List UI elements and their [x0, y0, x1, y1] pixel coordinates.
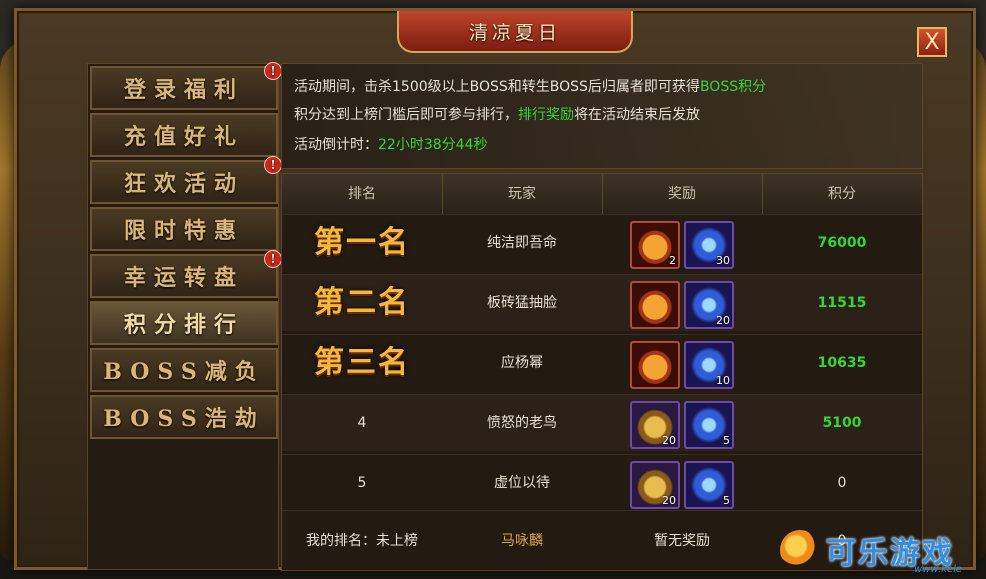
sidebar-item-carnival[interactable]: 狂欢活动 !	[90, 156, 282, 204]
potion-icon[interactable]	[630, 281, 680, 329]
sidebar-item-label: 登录福利	[123, 77, 244, 103]
table-row: 第三名 应杨幂 10 10635	[282, 334, 922, 391]
header-player: 玩家	[442, 174, 603, 214]
sidebar-item-label: 幸运转盘	[123, 265, 244, 291]
header-rank: 排名	[282, 174, 443, 214]
kele-logo-icon	[780, 530, 820, 570]
alert-icon: !	[264, 62, 282, 80]
sidebar-menu: 登录福利 ! 充值好礼 狂欢活动 ! 限时特惠 幸运转盘 ! 积分排行 BOSS…	[87, 62, 282, 570]
table-row: 4 愤怒的老鸟 20 5 5100	[282, 394, 922, 451]
sidebar-item-label: 狂欢活动	[123, 171, 244, 197]
ranking-table: 排名 玩家 奖励 积分 第一名 纯洁即吾命 2 30 76000 第二名 板砖猛…	[281, 173, 923, 571]
player-cell: 虚位以待	[494, 475, 550, 491]
sidebar-item-boss-reduce[interactable]: BOSS减负	[90, 348, 278, 392]
reward-count: 10	[716, 374, 730, 387]
window-title: 清凉夏日	[397, 11, 633, 53]
rank-reward-highlight: 排行奖励	[518, 107, 574, 123]
reward-count: 5	[723, 434, 730, 447]
info-text: 将在活动结束后发放	[574, 107, 700, 123]
chest-icon[interactable]: 20	[630, 461, 680, 509]
crystal-icon[interactable]: 30	[684, 221, 734, 269]
my-name: 马咏麟	[501, 533, 543, 549]
table-header: 排名 玩家 奖励 积分	[282, 174, 922, 215]
alert-icon: !	[264, 156, 282, 174]
potion-icon[interactable]: 2	[630, 221, 680, 269]
header-score: 积分	[828, 186, 856, 202]
reward-count: 20	[662, 494, 676, 507]
table-row: 第一名 纯洁即吾命 2 30 76000	[282, 214, 922, 271]
my-reward: 暂无奖励	[654, 533, 710, 549]
rank-cell: 第三名	[314, 345, 410, 380]
event-window: 清凉夏日 X 登录福利 ! 充值好礼 狂欢活动 ! 限时特惠 幸运转盘 ! 积分…	[14, 8, 976, 571]
header-reward: 奖励	[602, 174, 763, 214]
sidebar-item-recharge-gift[interactable]: 充值好礼	[90, 113, 278, 157]
close-button[interactable]: X	[917, 27, 947, 57]
reward-count: 20	[662, 434, 676, 447]
reward-count: 5	[723, 494, 730, 507]
sidebar-item-label: 限时特惠	[123, 218, 244, 244]
reward-count: 20	[716, 314, 730, 327]
potion-icon[interactable]	[630, 341, 680, 389]
score-cell: 11515	[817, 295, 867, 311]
player-cell: 应杨幂	[501, 355, 543, 371]
sidebar-item-label: BOSS减负	[103, 359, 265, 385]
my-rank: 我的排名：未上榜	[306, 533, 418, 549]
rank-cell: 第二名	[314, 285, 410, 320]
score-cell: 76000	[817, 235, 867, 251]
score-cell: 10635	[817, 355, 867, 371]
alert-icon: !	[264, 250, 282, 268]
table-row: 第二名 板砖猛抽脸 20 11515	[282, 274, 922, 331]
score-cell: 5100	[822, 415, 862, 431]
player-cell: 愤怒的老鸟	[487, 415, 557, 431]
crystal-icon[interactable]: 5	[684, 461, 734, 509]
info-line-1: 活动期间，击杀1500级以上BOSS和转生BOSS后归属者即可获得BOSS积分	[294, 76, 766, 96]
site-watermark: 可乐游戏 www.kele	[780, 525, 980, 575]
crystal-icon[interactable]: 20	[684, 281, 734, 329]
chest-icon[interactable]: 20	[630, 401, 680, 449]
countdown-label: 活动倒计时：	[294, 137, 378, 153]
sidebar-item-label: 积分排行	[123, 312, 244, 338]
rank-cell: 5	[357, 475, 367, 491]
sidebar-item-boss-calamity[interactable]: BOSS浩劫	[90, 395, 278, 439]
sidebar-item-login-bonus[interactable]: 登录福利 !	[90, 62, 282, 110]
sidebar-item-label: 充值好礼	[123, 124, 244, 150]
sidebar-item-limited-sale[interactable]: 限时特惠	[90, 207, 278, 251]
sidebar-item-lucky-wheel[interactable]: 幸运转盘 !	[90, 250, 282, 298]
player-cell: 板砖猛抽脸	[487, 295, 557, 311]
crystal-icon[interactable]: 5	[684, 401, 734, 449]
countdown-value: 22小时38分44秒	[378, 137, 488, 153]
info-text: 积分达到上榜门槛后即可参与排行，	[294, 107, 518, 123]
rank-cell: 4	[357, 415, 367, 431]
info-line-2: 积分达到上榜门槛后即可参与排行，排行奖励将在活动结束后发放	[294, 104, 700, 124]
event-info-panel: 活动期间，击杀1500级以上BOSS和转生BOSS后归属者即可获得BOSS积分 …	[281, 63, 923, 169]
watermark-url: www.kele	[914, 564, 962, 575]
sidebar-item-points-ranking[interactable]: 积分排行	[90, 301, 278, 345]
crystal-icon[interactable]: 10	[684, 341, 734, 389]
rank-cell: 第一名	[314, 225, 410, 260]
sidebar-item-label: BOSS浩劫	[103, 406, 265, 432]
player-cell: 纯洁即吾命	[487, 235, 557, 251]
score-cell: 0	[837, 475, 847, 491]
table-row: 5 虚位以待 20 5 0	[282, 454, 922, 511]
boss-points-highlight: BOSS积分	[699, 79, 767, 95]
reward-count: 2	[669, 254, 676, 267]
countdown: 活动倒计时：22小时38分44秒	[294, 134, 487, 154]
info-text: 活动期间，击杀1500级以上BOSS和转生BOSS后归属者即可获得	[294, 79, 700, 95]
reward-count: 30	[716, 254, 730, 267]
